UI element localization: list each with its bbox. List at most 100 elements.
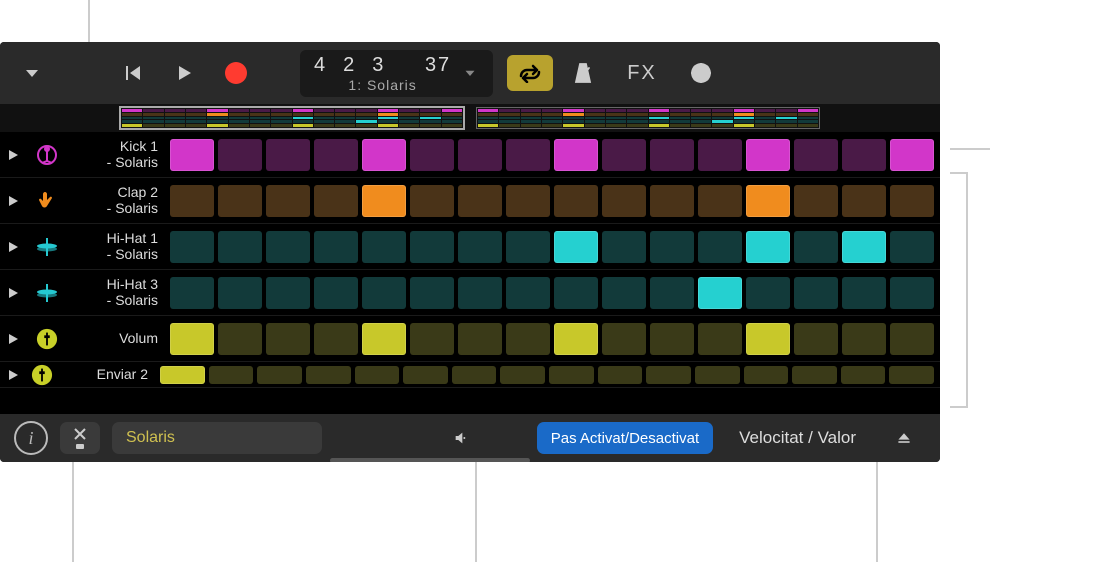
step-cell[interactable] bbox=[698, 185, 742, 217]
step-cell[interactable] bbox=[602, 277, 646, 309]
step-cell[interactable] bbox=[362, 185, 406, 217]
send-icon[interactable] bbox=[30, 363, 54, 387]
step-cell[interactable] bbox=[698, 323, 742, 355]
step-cell[interactable] bbox=[266, 323, 310, 355]
step-cell[interactable] bbox=[746, 185, 790, 217]
step-cell[interactable] bbox=[598, 366, 643, 384]
step-cell[interactable] bbox=[890, 185, 934, 217]
step-cell[interactable] bbox=[458, 323, 502, 355]
step-cell[interactable] bbox=[410, 277, 454, 309]
track-label[interactable]: Enviar 2 bbox=[58, 367, 154, 382]
step-cell[interactable] bbox=[314, 139, 358, 171]
step-cell[interactable] bbox=[842, 139, 886, 171]
step-cell[interactable] bbox=[218, 231, 262, 263]
step-cell[interactable] bbox=[266, 139, 310, 171]
step-cell[interactable] bbox=[650, 231, 694, 263]
step-cell[interactable] bbox=[362, 277, 406, 309]
step-cell[interactable] bbox=[842, 231, 886, 263]
step-cell[interactable] bbox=[695, 366, 740, 384]
step-cell[interactable] bbox=[554, 231, 598, 263]
step-cell[interactable] bbox=[842, 277, 886, 309]
step-cell[interactable] bbox=[746, 277, 790, 309]
track-play-button[interactable] bbox=[0, 333, 26, 345]
step-cell[interactable] bbox=[841, 366, 886, 384]
horizontal-scrollbar[interactable] bbox=[330, 458, 530, 462]
step-cell[interactable] bbox=[170, 277, 214, 309]
velocity-value-mode-button[interactable]: Velocitat / Valor bbox=[725, 422, 870, 454]
step-cell[interactable] bbox=[554, 185, 598, 217]
step-cell[interactable] bbox=[698, 139, 742, 171]
step-cell[interactable] bbox=[650, 277, 694, 309]
step-cell[interactable] bbox=[218, 277, 262, 309]
step-cell[interactable] bbox=[746, 323, 790, 355]
step-cell[interactable] bbox=[549, 366, 594, 384]
step-cell[interactable] bbox=[650, 185, 694, 217]
step-cell[interactable] bbox=[889, 366, 934, 384]
metronome-button[interactable] bbox=[561, 51, 605, 95]
step-cell[interactable] bbox=[602, 323, 646, 355]
step-cell[interactable] bbox=[314, 231, 358, 263]
step-on-off-mode-button[interactable]: Pas Activat/Desactivat bbox=[537, 422, 713, 454]
track-label[interactable]: Kick 1- Solaris bbox=[68, 139, 164, 170]
chevron-down-icon[interactable] bbox=[461, 64, 479, 82]
step-cell[interactable] bbox=[218, 139, 262, 171]
step-cell[interactable] bbox=[458, 185, 502, 217]
step-cell[interactable] bbox=[794, 277, 838, 309]
step-cell[interactable] bbox=[314, 323, 358, 355]
step-cell[interactable] bbox=[500, 366, 545, 384]
kick-icon[interactable] bbox=[30, 138, 64, 172]
step-cell[interactable] bbox=[218, 185, 262, 217]
step-cell[interactable] bbox=[506, 277, 550, 309]
step-cell[interactable] bbox=[554, 277, 598, 309]
step-cell[interactable] bbox=[170, 323, 214, 355]
step-cell[interactable] bbox=[554, 323, 598, 355]
step-cell[interactable] bbox=[458, 139, 502, 171]
step-cell[interactable] bbox=[646, 366, 691, 384]
step-cell[interactable] bbox=[410, 323, 454, 355]
step-cell[interactable] bbox=[458, 231, 502, 263]
step-cell[interactable] bbox=[602, 185, 646, 217]
kit-name-field[interactable]: Solaris bbox=[112, 422, 322, 454]
track-label[interactable]: Volum bbox=[68, 331, 164, 346]
step-cell[interactable] bbox=[170, 139, 214, 171]
step-cell[interactable] bbox=[698, 231, 742, 263]
step-cell[interactable] bbox=[306, 366, 351, 384]
overview-pattern[interactable] bbox=[476, 107, 820, 129]
overview-pattern[interactable] bbox=[120, 107, 464, 129]
step-cell[interactable] bbox=[403, 366, 448, 384]
step-cell[interactable] bbox=[410, 139, 454, 171]
step-cell[interactable] bbox=[209, 366, 254, 384]
track-play-button[interactable] bbox=[0, 287, 26, 299]
step-cell[interactable] bbox=[698, 277, 742, 309]
step-cell[interactable] bbox=[506, 231, 550, 263]
step-cell[interactable] bbox=[314, 277, 358, 309]
step-cell[interactable] bbox=[257, 366, 302, 384]
info-button[interactable]: i bbox=[14, 421, 48, 455]
step-cell[interactable] bbox=[602, 139, 646, 171]
track-label[interactable]: Hi-Hat 1- Solaris bbox=[68, 231, 164, 262]
step-cell[interactable] bbox=[890, 277, 934, 309]
step-cell[interactable] bbox=[458, 277, 502, 309]
step-cell[interactable] bbox=[410, 185, 454, 217]
step-cell[interactable] bbox=[842, 185, 886, 217]
track-label[interactable]: Hi-Hat 3- Solaris bbox=[68, 277, 164, 308]
step-cell[interactable] bbox=[794, 139, 838, 171]
step-cell[interactable] bbox=[314, 185, 358, 217]
step-cell[interactable] bbox=[650, 139, 694, 171]
clap-icon[interactable] bbox=[30, 184, 64, 218]
track-play-button[interactable] bbox=[0, 195, 26, 207]
step-cell[interactable] bbox=[170, 185, 214, 217]
step-cell[interactable] bbox=[602, 231, 646, 263]
step-cell[interactable] bbox=[506, 323, 550, 355]
step-cell[interactable] bbox=[746, 231, 790, 263]
view-menu-button[interactable] bbox=[10, 51, 54, 95]
step-cell[interactable] bbox=[744, 366, 789, 384]
step-cell[interactable] bbox=[266, 231, 310, 263]
step-cell[interactable] bbox=[362, 139, 406, 171]
step-cell[interactable] bbox=[266, 185, 310, 217]
step-cell[interactable] bbox=[650, 323, 694, 355]
step-cell[interactable] bbox=[746, 139, 790, 171]
track-play-button[interactable] bbox=[0, 149, 26, 161]
step-cell[interactable] bbox=[890, 231, 934, 263]
step-cell[interactable] bbox=[170, 231, 214, 263]
